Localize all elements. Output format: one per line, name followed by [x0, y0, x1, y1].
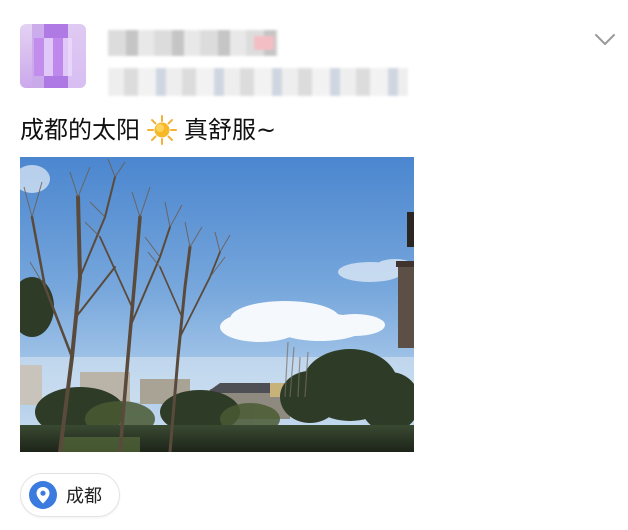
location-tag[interactable]: 成都 [20, 473, 120, 517]
content-text-before-emoji: 成都的太阳 [20, 116, 140, 144]
sun-icon [146, 114, 178, 146]
post-meta-blurred [108, 68, 408, 96]
post-photo[interactable] [20, 157, 414, 452]
content-text-after-emoji: 真舒服~ [184, 116, 277, 144]
location-pin-icon [28, 480, 58, 510]
post-content: 成都的太阳 真舒服~ [20, 112, 276, 148]
post-card: 成都的太阳 真舒服~ 成都 [0, 0, 628, 530]
author-name-blurred[interactable] [108, 30, 278, 56]
location-label: 成都 [66, 486, 102, 507]
chevron-down-icon[interactable] [594, 28, 616, 50]
avatar[interactable] [20, 24, 86, 88]
